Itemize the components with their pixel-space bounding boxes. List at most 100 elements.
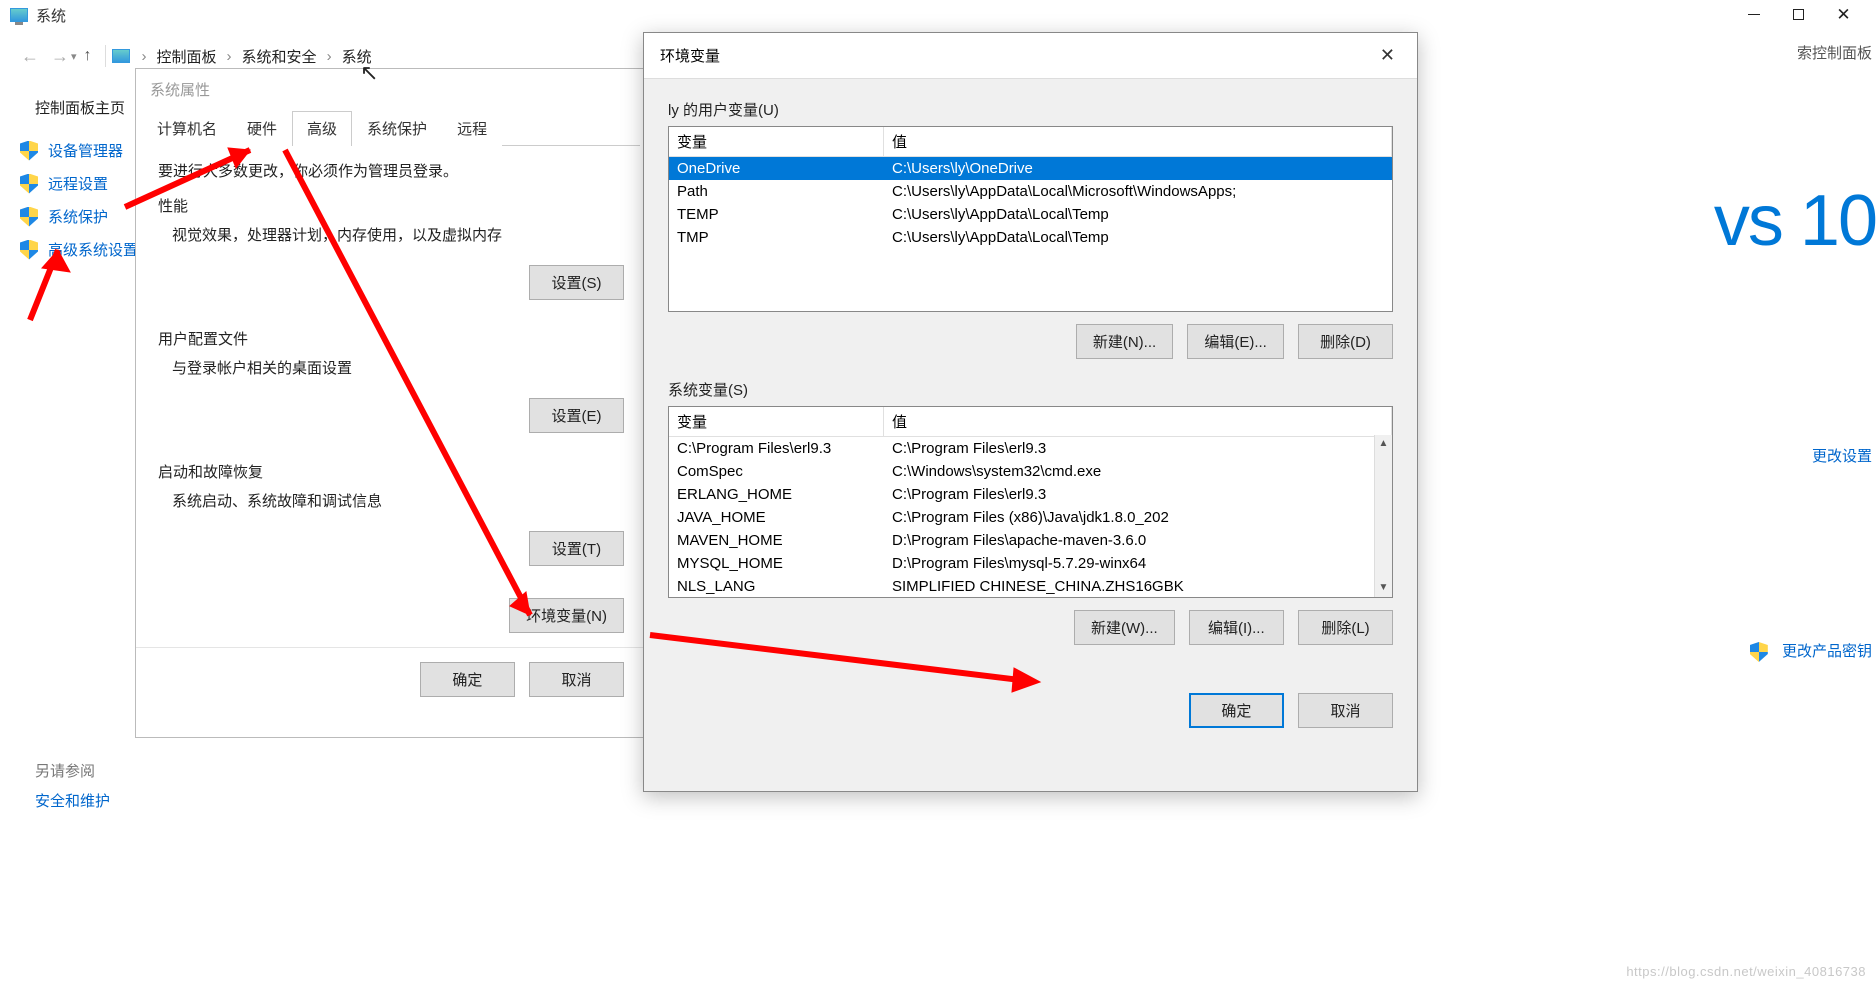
var-value: C:\Users\ly\AppData\Local\Microsoft\Wind… <box>884 180 1392 203</box>
tab-hardware[interactable]: 硬件 <box>232 111 292 146</box>
sys-vars-scrollbar[interactable]: ▲ ▼ <box>1374 435 1392 597</box>
user-profiles-desc: 与登录帐户相关的桌面设置 <box>172 357 624 378</box>
scroll-down-icon[interactable]: ▼ <box>1375 579 1392 597</box>
sys-var-row[interactable]: NLS_LANGSIMPLIFIED CHINESE_CHINA.ZHS16GB… <box>669 575 1392 598</box>
performance-settings-button[interactable]: 设置(S) <box>529 265 624 300</box>
sys-var-row[interactable]: MAVEN_HOMED:\Program Files\apache-maven-… <box>669 529 1392 552</box>
user-var-row[interactable]: PathC:\Users\ly\AppData\Local\Microsoft\… <box>669 180 1392 203</box>
sys-vars-col-value[interactable]: 值 <box>884 407 1392 436</box>
tab-system-protection[interactable]: 系统保护 <box>352 111 442 146</box>
startup-recovery-title: 启动和故障恢复 <box>158 461 624 482</box>
tab-computer-name[interactable]: 计算机名 <box>142 111 232 146</box>
user-var-new-button[interactable]: 新建(N)... <box>1076 324 1173 359</box>
var-value: C:\Program Files\erl9.3 <box>884 483 1392 506</box>
sys-vars-col-name[interactable]: 变量 <box>669 407 884 436</box>
user-var-delete-button[interactable]: 删除(D) <box>1298 324 1393 359</box>
user-vars-label: ly 的用户变量(U) <box>668 99 1393 120</box>
sidebar-item-label: 设备管理器 <box>48 140 123 161</box>
watermark: https://blog.csdn.net/weixin_40816738 <box>1626 964 1866 979</box>
minimize-button[interactable] <box>1731 2 1776 27</box>
system-properties-footer: 确定 取消 <box>136 647 646 711</box>
change-product-key-link[interactable]: 更改产品密钥 <box>1750 640 1872 662</box>
env-vars-button[interactable]: 环境变量(N) <box>509 598 624 633</box>
user-vars-list[interactable]: 变量 值 OneDriveC:\Users\ly\OneDrivePathC:\… <box>668 126 1393 312</box>
var-name: TMP <box>669 226 884 249</box>
sys-var-row[interactable]: ERLANG_HOMEC:\Program Files\erl9.3 <box>669 483 1392 506</box>
env-dialog-close-button[interactable]: ✕ <box>1374 45 1401 66</box>
sys-var-delete-button[interactable]: 删除(L) <box>1298 610 1393 645</box>
system-properties-dialog: 系统属性 计算机名 硬件 高级 系统保护 远程 要进行大多数更改，你必须作为管理… <box>135 68 647 738</box>
cursor-icon: ↖ <box>360 60 378 86</box>
var-name: ComSpec <box>669 460 884 483</box>
var-value: C:\Program Files (x86)\Java\jdk1.8.0_202 <box>884 506 1392 529</box>
shield-icon <box>20 141 38 161</box>
windows-logo-text: vs 10 <box>1714 180 1876 262</box>
startup-recovery-section: 启动和故障恢复 系统启动、系统故障和调试信息 <box>158 461 624 511</box>
sys-var-new-button[interactable]: 新建(W)... <box>1074 610 1175 645</box>
user-profiles-settings-button[interactable]: 设置(E) <box>529 398 624 433</box>
nav-up-button[interactable]: ↑ <box>77 47 99 65</box>
var-value: D:\Program Files\mysql-5.7.29-winx64 <box>884 552 1392 575</box>
sys-var-edit-button[interactable]: 编辑(I)... <box>1189 610 1284 645</box>
sidebar-item-label: 系统保护 <box>48 206 108 227</box>
sys-var-row[interactable]: MYSQL_HOMED:\Program Files\mysql-5.7.29-… <box>669 552 1392 575</box>
breadcrumb-caret[interactable]: › <box>223 48 236 65</box>
env-dialog-titlebar: 环境变量 ✕ <box>644 33 1417 79</box>
var-name: OneDrive <box>669 157 884 180</box>
system-icon <box>10 8 28 22</box>
var-name: Path <box>669 180 884 203</box>
scroll-up-icon[interactable]: ▲ <box>1375 435 1392 453</box>
user-var-row[interactable]: TEMPC:\Users\ly\AppData\Local\Temp <box>669 203 1392 226</box>
var-value: C:\Users\ly\AppData\Local\Temp <box>884 226 1392 249</box>
shield-icon <box>20 174 38 194</box>
user-profiles-section: 用户配置文件 与登录帐户相关的桌面设置 <box>158 328 624 378</box>
system-properties-body: 要进行大多数更改，你必须作为管理员登录。 性能 视觉效果，处理器计划，内存使用，… <box>136 146 646 259</box>
user-var-row[interactable]: TMPC:\Users\ly\AppData\Local\Temp <box>669 226 1392 249</box>
breadcrumb-caret[interactable]: › <box>138 48 151 65</box>
var-value: C:\Windows\system32\cmd.exe <box>884 460 1392 483</box>
user-var-edit-button[interactable]: 编辑(E)... <box>1187 324 1284 359</box>
breadcrumb-part-1[interactable]: 系统和安全 <box>236 46 323 67</box>
tab-advanced[interactable]: 高级 <box>292 111 352 146</box>
change-product-key-label: 更改产品密钥 <box>1782 643 1872 660</box>
performance-section: 性能 视觉效果，处理器计划，内存使用，以及虚拟内存 <box>158 195 624 245</box>
close-button[interactable]: ✕ <box>1821 2 1866 27</box>
env-ok-button[interactable]: 确定 <box>1189 693 1284 728</box>
startup-recovery-settings-button[interactable]: 设置(T) <box>529 531 624 566</box>
var-value: C:\Users\ly\AppData\Local\Temp <box>884 203 1392 226</box>
sysprop-ok-button[interactable]: 确定 <box>420 662 515 697</box>
performance-desc: 视觉效果，处理器计划，内存使用，以及虚拟内存 <box>172 224 624 245</box>
search-control-panel-fragment: 索控制面板 <box>1797 42 1872 63</box>
breadcrumb-root-icon[interactable] <box>112 49 130 63</box>
tab-remote[interactable]: 远程 <box>442 111 502 146</box>
sys-var-row[interactable]: C:\Program Files\erl9.3C:\Program Files\… <box>669 437 1392 460</box>
nav-back-button[interactable]: ← <box>15 46 45 67</box>
sys-vars-label: 系统变量(S) <box>668 379 1393 400</box>
var-value: D:\Program Files\apache-maven-3.6.0 <box>884 529 1392 552</box>
startup-recovery-desc: 系统启动、系统故障和调试信息 <box>172 490 624 511</box>
user-vars-col-name[interactable]: 变量 <box>669 127 884 156</box>
admin-note: 要进行大多数更改，你必须作为管理员登录。 <box>158 160 624 181</box>
window-controls: ✕ <box>1731 2 1866 27</box>
security-maintenance-link[interactable]: 安全和维护 <box>35 790 110 811</box>
also-see-heading: 另请参阅 <box>35 760 95 781</box>
sys-var-row[interactable]: JAVA_HOMEC:\Program Files (x86)\Java\jdk… <box>669 506 1392 529</box>
breadcrumb-caret[interactable]: › <box>323 48 336 65</box>
breadcrumb-part-0[interactable]: 控制面板 <box>151 46 223 67</box>
shield-icon <box>1750 642 1768 662</box>
sys-var-row[interactable]: ComSpecC:\Windows\system32\cmd.exe <box>669 460 1392 483</box>
system-window-titlebar: 系统 <box>0 0 1876 30</box>
sys-vars-list[interactable]: 变量 值 C:\Program Files\erl9.3C:\Program F… <box>668 406 1393 598</box>
change-settings-link[interactable]: 更改设置 <box>1812 445 1872 466</box>
var-name: NLS_LANG <box>669 575 884 598</box>
user-vars-col-value[interactable]: 值 <box>884 127 1392 156</box>
var-name: MYSQL_HOME <box>669 552 884 575</box>
shield-icon <box>20 207 38 227</box>
system-properties-tabs: 计算机名 硬件 高级 系统保护 远程 <box>142 110 640 146</box>
sysprop-cancel-button[interactable]: 取消 <box>529 662 624 697</box>
var-value: C:\Users\ly\OneDrive <box>884 157 1392 180</box>
var-name: ERLANG_HOME <box>669 483 884 506</box>
maximize-button[interactable] <box>1776 2 1821 27</box>
user-var-row[interactable]: OneDriveC:\Users\ly\OneDrive <box>669 157 1392 180</box>
env-cancel-button[interactable]: 取消 <box>1298 693 1393 728</box>
